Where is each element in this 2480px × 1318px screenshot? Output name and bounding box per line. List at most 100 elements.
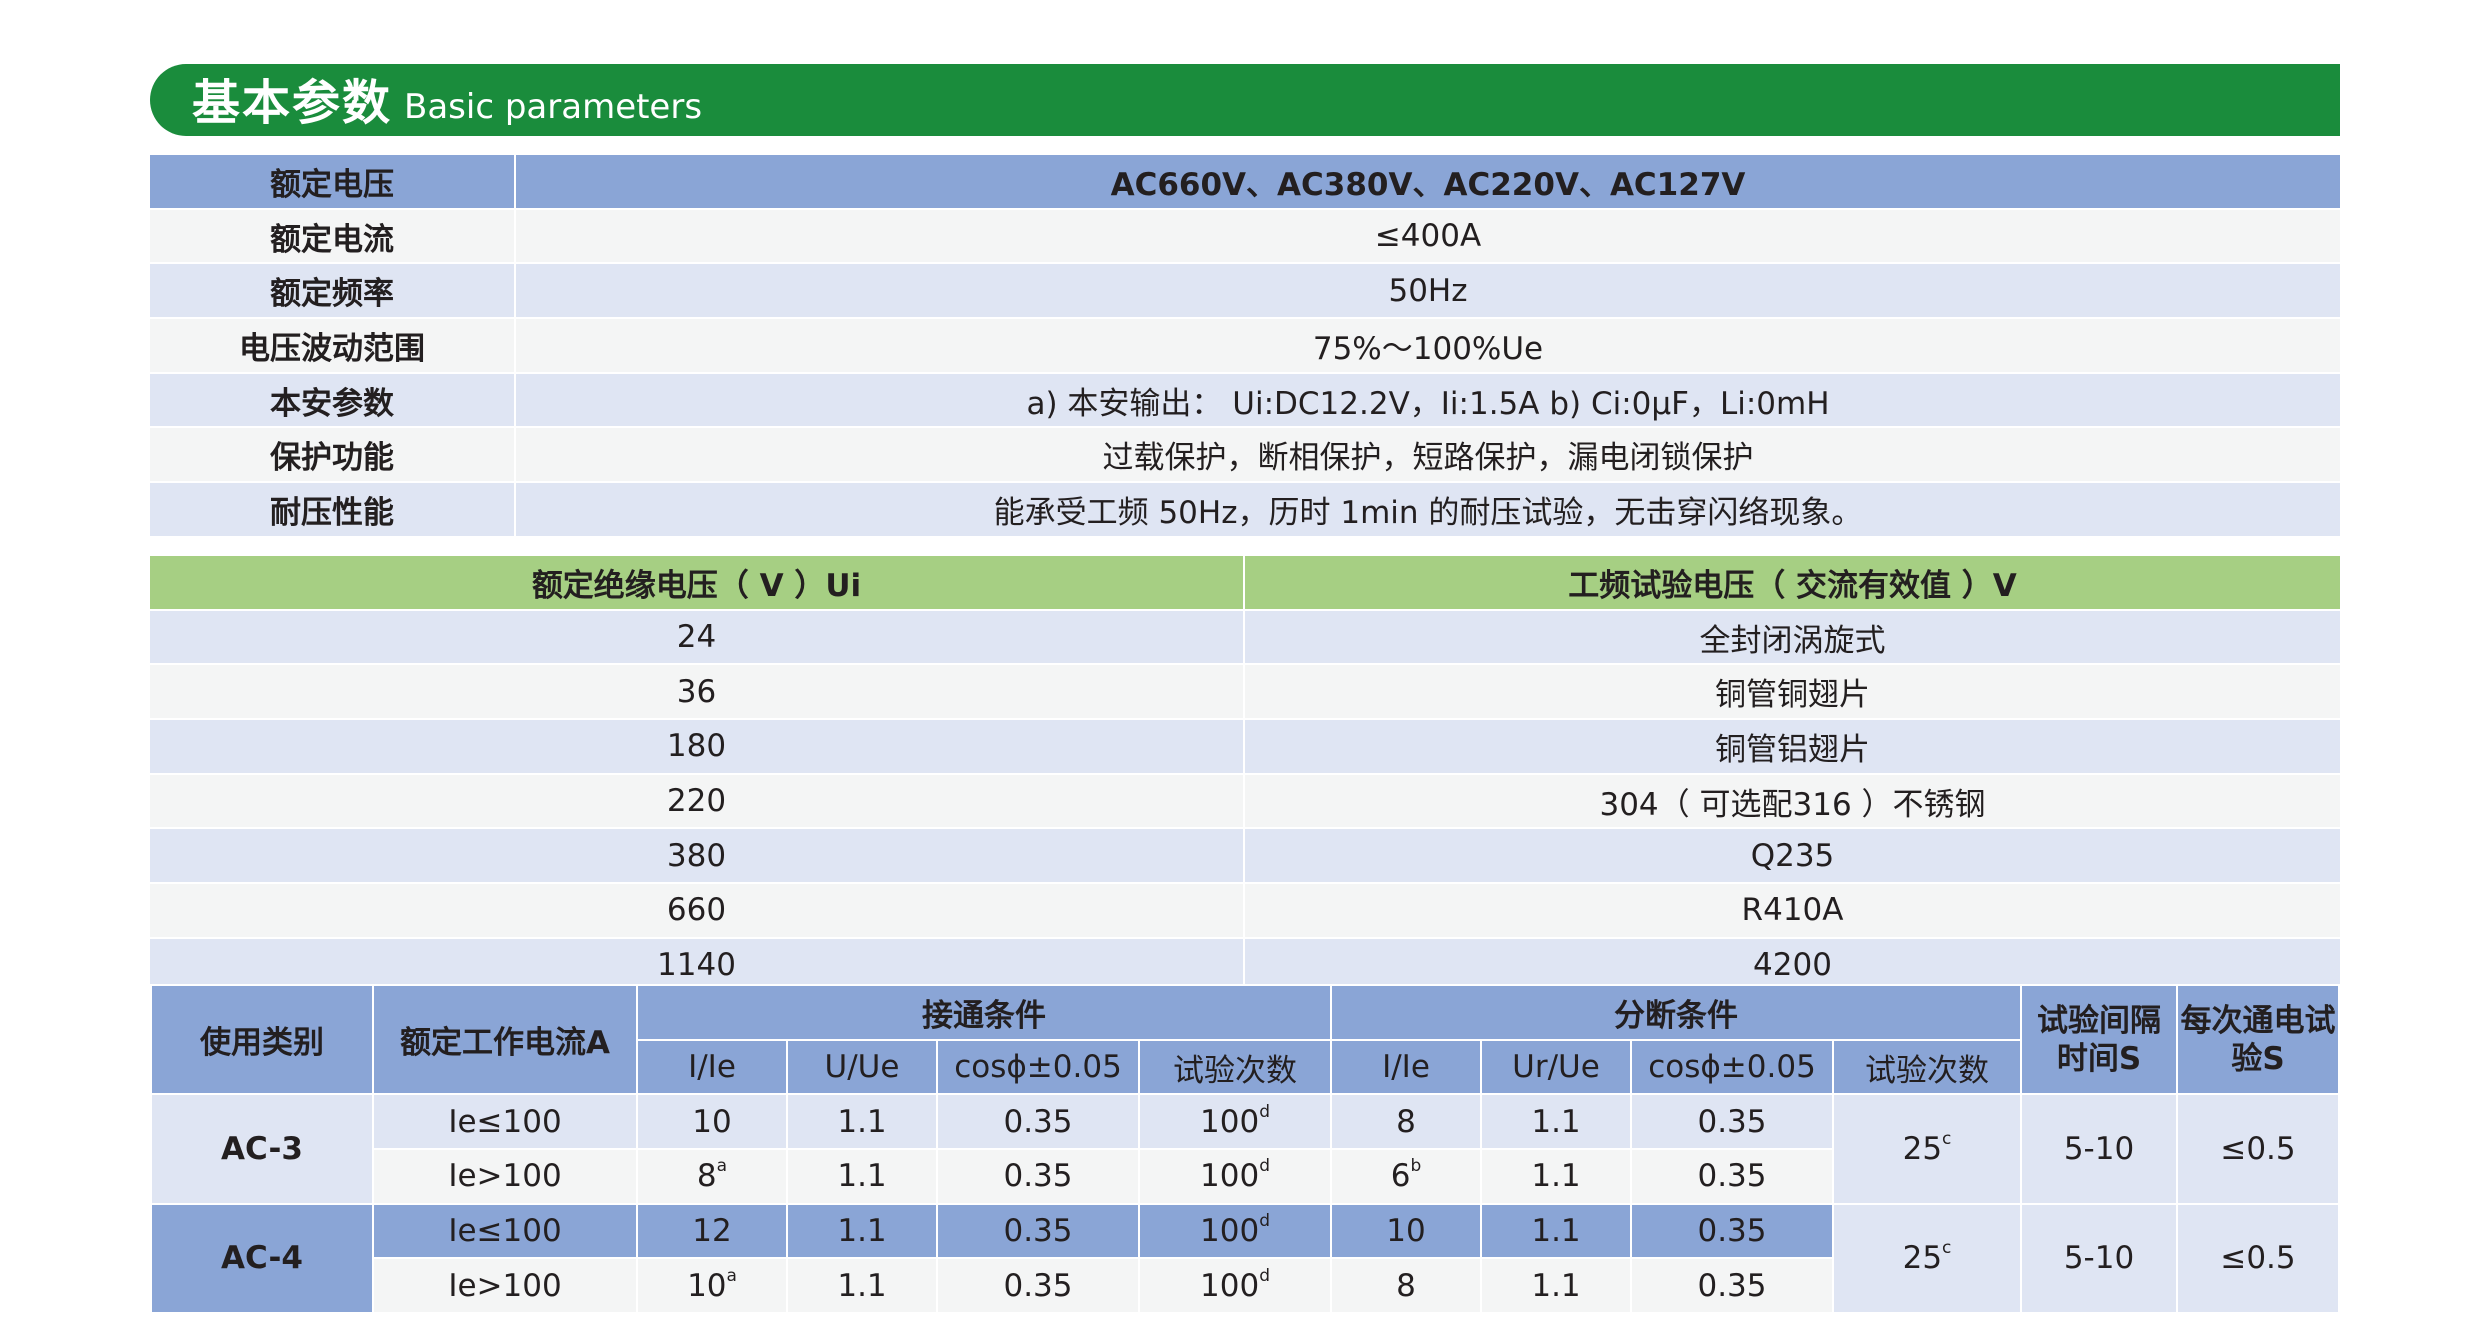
- value-text: 100: [1200, 1103, 1260, 1140]
- header-category: 使用类别: [150, 983, 374, 1096]
- param-label: 额定频率: [150, 263, 516, 319]
- voltage-table: 额定绝缘电压（ V ）Ui 工频试验电压（ 交流有效值 ）V 24 全封闭涡旋式…: [150, 556, 2340, 994]
- footnote-mark: a: [726, 1265, 737, 1286]
- category-cell: AC-4: [150, 1202, 374, 1315]
- value-text: 10: [1386, 1213, 1426, 1250]
- table-cell: 1.1: [786, 1257, 938, 1315]
- table-cell: Ie>100: [372, 1257, 638, 1315]
- table-cell: 1.1: [1480, 1093, 1632, 1151]
- column-header: 工频试验电压（ 交流有效值 ）V: [1568, 567, 2017, 604]
- table-cell: Q235: [1750, 837, 1835, 874]
- table-cell: 0.35: [936, 1202, 1140, 1260]
- table-cell: 1.1: [786, 1093, 938, 1151]
- table-header-row: 额定绝缘电压（ V ）Ui 工频试验电压（ 交流有效值 ）V: [150, 556, 2340, 610]
- table-cell: 12: [636, 1202, 788, 1260]
- table-cell: 5-10: [2020, 1093, 2178, 1205]
- value-text: 6: [1390, 1158, 1411, 1195]
- table-row: AC-4 Ie≤100 12 1.1 0.35 100d 10 1.1 0.35…: [150, 1202, 2340, 1315]
- header-break-conditions: 分断条件: [1330, 984, 2022, 1041]
- subheader-break-u: Ur/Ue: [1480, 1038, 1632, 1096]
- table-row: 电压波动范围 75%～100%Ue: [150, 318, 2340, 373]
- utilization-category-table: 使用类别 额定工作电流A 接通条件 分断条件 试验间隔时间S 每次通电试验S I…: [150, 983, 2340, 1315]
- value-text: 8: [1396, 1267, 1416, 1304]
- param-label: 额定电压: [150, 155, 516, 209]
- table-cell: 铜管铝翅片: [1715, 731, 1870, 768]
- table-cell: ≤0.5: [2176, 1093, 2340, 1205]
- section-subtitle: Basic parameters: [404, 87, 703, 127]
- value-text: 8: [696, 1158, 717, 1195]
- footnote-mark: c: [1942, 1238, 1952, 1259]
- subheader-make-count: 试验次数: [1138, 1038, 1332, 1096]
- table-cell: 100d: [1138, 1257, 1332, 1315]
- param-label: 保护功能: [150, 427, 516, 483]
- table-cell: Ie>100: [372, 1148, 638, 1205]
- table-cell: 0.35: [936, 1148, 1140, 1205]
- section-banner: 基本参数 Basic parameters: [150, 64, 2340, 136]
- table-cell: 铜管铜翅片: [1715, 677, 1870, 714]
- table-cell: 1.1: [1480, 1202, 1632, 1260]
- table-cell: 100d: [1138, 1093, 1332, 1151]
- subheader-break-i: I/Ie: [1330, 1038, 1482, 1096]
- table-row: 660 R410A: [150, 883, 2340, 938]
- table-cell: 1.1: [1480, 1257, 1632, 1315]
- value-text: 10: [687, 1267, 727, 1304]
- category-cell: AC-3: [150, 1093, 374, 1205]
- value-text: 10: [692, 1103, 732, 1140]
- footnote-mark: d: [1259, 1101, 1270, 1122]
- header-test-interval: 试验间隔时间S: [2020, 983, 2178, 1096]
- param-label: 额定电流: [150, 208, 516, 264]
- value-text: 100: [1200, 1267, 1260, 1304]
- footnote-mark: d: [1259, 1156, 1270, 1177]
- param-value: 过载保护，断相保护，短路保护，漏电闭锁保护: [1102, 440, 1754, 477]
- table-cell: 380: [150, 828, 1245, 884]
- footnote-mark: d: [1259, 1211, 1270, 1232]
- param-value: AC660V、AC380V、AC220V、AC127V: [1110, 166, 1746, 203]
- header-rated-current: 额定工作电流A: [372, 983, 638, 1096]
- table-cell: 5-10: [2020, 1202, 2178, 1315]
- subheader-make-i: I/Ie: [636, 1038, 788, 1096]
- table-cell: 8a: [636, 1148, 788, 1205]
- table-cell: 25c: [1832, 1202, 2022, 1315]
- table-row: 180 铜管铝翅片: [150, 719, 2340, 774]
- table-cell: 10: [636, 1093, 788, 1151]
- table-cell: Ie≤100: [372, 1093, 638, 1151]
- footnote-mark: c: [1942, 1129, 1952, 1150]
- param-value: ≤400A: [1374, 218, 1482, 255]
- subheader-break-cos: cosϕ±0.05: [1630, 1038, 1834, 1096]
- table-cell: 1.1: [786, 1148, 938, 1205]
- table-cell: 25c: [1832, 1093, 2022, 1205]
- table-cell: 0.35: [1630, 1093, 1834, 1151]
- header-energize-time: 每次通电试验S: [2176, 983, 2340, 1096]
- table-row: 220 304（ 可选配316 ）不锈钢: [150, 773, 2340, 829]
- subheader-break-count: 试验次数: [1832, 1038, 2022, 1096]
- table-row: 耐压性能 能承受工频 50Hz，历时 1min 的耐压试验，无击穿闪络现象。: [150, 482, 2340, 537]
- table-cell: ≤0.5: [2176, 1202, 2340, 1315]
- param-label: 本安参数: [150, 372, 516, 428]
- value-text: 8: [1396, 1103, 1416, 1140]
- table-row: 额定频率 50Hz: [150, 263, 2340, 319]
- table-cell: 1.1: [786, 1202, 938, 1260]
- table-cell: 660: [150, 883, 1245, 938]
- table-cell: 10: [1330, 1202, 1482, 1260]
- table-cell: R410A: [1741, 892, 1844, 929]
- param-value: 50Hz: [1388, 272, 1468, 309]
- param-label: 电压波动范围: [150, 318, 516, 373]
- value-text: 25: [1902, 1240, 1943, 1277]
- table-row: 本安参数 a) 本安输出： Ui:DC12.2V，Ii:1.5A b) Ci:0…: [150, 372, 2340, 428]
- table-cell: 8: [1330, 1257, 1482, 1315]
- subheader-make-cos: cosϕ±0.05: [936, 1038, 1140, 1096]
- value-text: 12: [692, 1213, 732, 1250]
- value-text: 100: [1200, 1158, 1260, 1195]
- table-row: 额定电压 AC660V、AC380V、AC220V、AC127V: [150, 155, 2340, 209]
- table-row: 24 全封闭涡旋式: [150, 609, 2340, 665]
- header-make-conditions: 接通条件: [636, 984, 1332, 1041]
- param-label: 耐压性能: [150, 482, 516, 537]
- param-value: a) 本安输出： Ui:DC12.2V，Ii:1.5A b) Ci:0μF，Li…: [1026, 385, 1830, 422]
- value-text: 100: [1200, 1213, 1260, 1250]
- table-cell: 0.35: [936, 1257, 1140, 1315]
- value-text: 25: [1902, 1131, 1943, 1168]
- footnote-mark: d: [1259, 1265, 1270, 1286]
- footnote-mark: b: [1410, 1156, 1422, 1177]
- section-title: 基本参数: [192, 75, 393, 131]
- table-cell: 10a: [636, 1257, 788, 1315]
